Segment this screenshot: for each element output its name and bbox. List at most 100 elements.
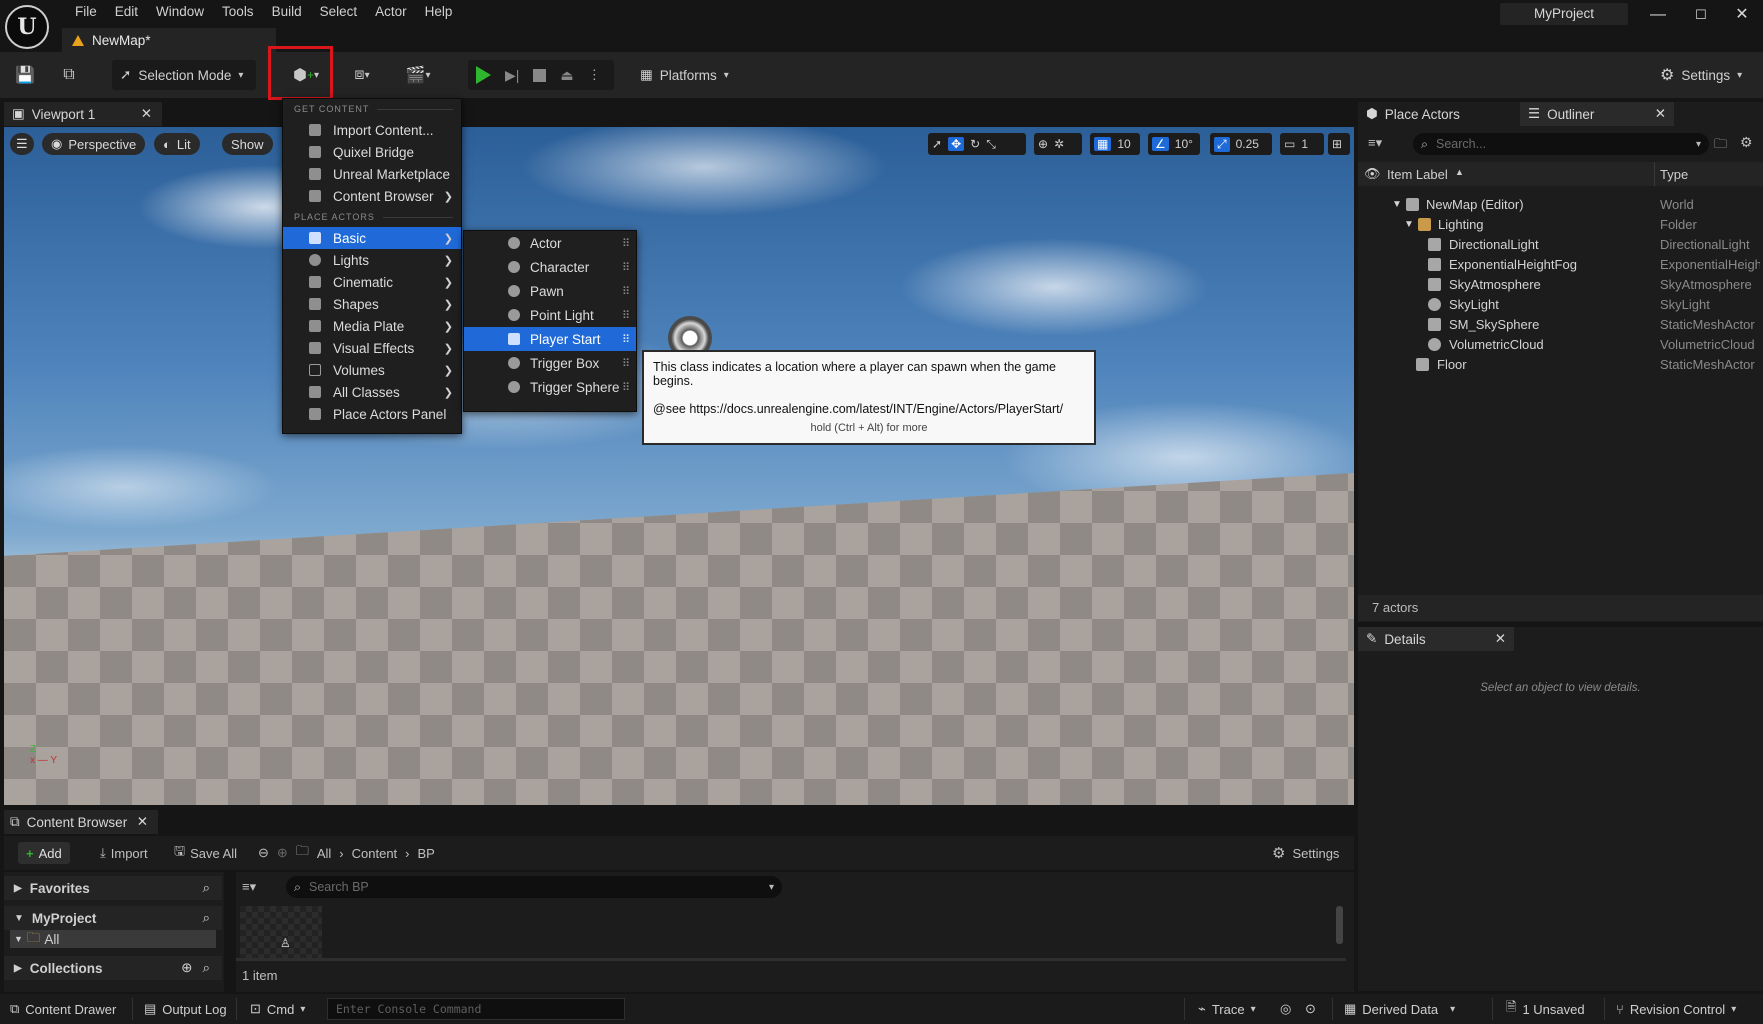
select-tool-icon[interactable]: ➚: [932, 137, 942, 151]
menu-item-basic[interactable]: Basic ❯: [283, 227, 461, 249]
hamburger-icon[interactable]: ☰: [10, 133, 34, 155]
menu-actor[interactable]: Actor: [366, 2, 416, 22]
menu-item-import-content[interactable]: Import Content...: [283, 119, 461, 141]
rotate-tool-icon[interactable]: ↻: [970, 137, 980, 151]
perspective-button[interactable]: ◉ Perspective: [42, 133, 146, 155]
project-section[interactable]: ▼ MyProject ⌕: [4, 906, 222, 930]
outliner-row[interactable]: DirectionalLight DirectionalLight: [1358, 234, 1763, 254]
unsaved-button[interactable]: 🗎 1 Unsaved: [1506, 994, 1585, 1024]
expand-icon[interactable]: ▼: [1404, 219, 1414, 230]
tab-outliner[interactable]: ☰ Outliner ✕: [1520, 102, 1674, 126]
close-icon[interactable]: ✕: [137, 814, 148, 830]
folder-all[interactable]: ▼ 🗀 All: [10, 930, 216, 948]
menu-build[interactable]: Build: [263, 2, 311, 22]
scale-tool-icon[interactable]: ⤡: [986, 137, 996, 152]
drag-handle-icon[interactable]: ⠿: [622, 309, 630, 322]
eject-icon[interactable]: ⏏: [560, 67, 573, 84]
settings-dropdown[interactable]: ⚙ Settings ▾: [1652, 60, 1756, 90]
breadcrumb-content[interactable]: Content: [352, 846, 398, 861]
show-button[interactable]: Show: [222, 133, 273, 155]
drag-handle-icon[interactable]: ⠿: [622, 381, 630, 394]
visibility-icon[interactable]: 👁: [1364, 166, 1381, 182]
horizontal-scrollbar[interactable]: [236, 958, 1346, 961]
breadcrumb-bp[interactable]: BP: [418, 846, 435, 861]
lit-button[interactable]: ◐ Lit: [154, 133, 200, 155]
menu-item-quixel-bridge[interactable]: Quixel Bridge: [283, 141, 461, 163]
cb-settings-button[interactable]: ⚙ Settings: [1272, 842, 1339, 864]
col-item-label[interactable]: Item Label: [1387, 167, 1448, 182]
close-icon[interactable]: ✕: [1495, 631, 1506, 647]
menu-item-place-actors-panel[interactable]: Place Actors Panel: [283, 403, 461, 425]
cmd-dropdown[interactable]: ⊡ Cmd ▾: [250, 994, 305, 1024]
outliner-row[interactable]: VolumetricCloud VolumetricCloud: [1358, 334, 1763, 354]
step-icon[interactable]: ▶|: [505, 67, 519, 84]
menu-item-volumes[interactable]: Volumes ❯: [283, 359, 461, 381]
layout-icon[interactable]: ⊞: [1328, 133, 1350, 155]
save-icon[interactable]: 💾: [14, 64, 36, 86]
submenu-item-pawn[interactable]: Pawn ⠿: [464, 279, 636, 303]
col-type[interactable]: Type: [1660, 167, 1688, 182]
scrollbar[interactable]: [1336, 906, 1343, 944]
world-space-icon[interactable]: ⊕: [1038, 137, 1048, 151]
drag-handle-icon[interactable]: ⠿: [622, 237, 630, 250]
console-command-input[interactable]: Enter Console Command: [327, 998, 625, 1020]
derived-data-dropdown[interactable]: ▦ Derived Data ▾: [1344, 994, 1455, 1024]
menu-select[interactable]: Select: [311, 2, 367, 22]
outliner-row[interactable]: ▼ Lighting Folder: [1358, 214, 1763, 234]
add-button[interactable]: + Add: [18, 842, 70, 864]
map-tab[interactable]: NewMap*: [62, 28, 276, 52]
outliner-row[interactable]: SkyLight SkyLight: [1358, 294, 1763, 314]
favorites-section[interactable]: ▶ Favorites ⌕: [4, 876, 222, 900]
drag-handle-icon[interactable]: ⠿: [622, 261, 630, 274]
menu-item-content-browser[interactable]: Content Browser ❯: [283, 185, 461, 207]
search-icon[interactable]: ⌕: [202, 910, 210, 926]
filter-icon[interactable]: ≡▾: [1368, 135, 1382, 151]
add-folder-icon[interactable]: 🗀: [1714, 135, 1727, 157]
menu-file[interactable]: File: [66, 2, 106, 22]
import-button[interactable]: ⤓ Import: [100, 842, 148, 864]
close-icon[interactable]: ✕: [1655, 106, 1666, 122]
viewport-tab[interactable]: ▣ Viewport 1 ✕: [4, 102, 162, 126]
submenu-item-trigger-sphere[interactable]: Trigger Sphere ⠿: [464, 375, 636, 399]
surface-snap-icon[interactable]: ✲: [1054, 137, 1064, 151]
menu-item-visual-effects[interactable]: Visual Effects ❯: [283, 337, 461, 359]
browse-icon[interactable]: ⧉: [58, 64, 80, 86]
cinematics-icon[interactable]: 🎬 ▾: [398, 64, 438, 86]
search-icon[interactable]: ⌕: [202, 960, 210, 976]
search-icon[interactable]: ⌕: [202, 880, 210, 896]
gear-icon[interactable]: ⚙: [1740, 134, 1753, 151]
menu-edit[interactable]: Edit: [106, 2, 147, 22]
more-options-icon[interactable]: ⋮: [588, 67, 602, 83]
trace-dropdown[interactable]: ⌁ Trace ▾: [1198, 994, 1256, 1024]
menu-item-media-plate[interactable]: Media Plate ❯: [283, 315, 461, 337]
drag-handle-icon[interactable]: ⠿: [622, 333, 630, 346]
output-log-button[interactable]: ▤ Output Log: [144, 994, 227, 1024]
menu-help[interactable]: Help: [416, 2, 462, 22]
blueprint-icon[interactable]: ⧈ ▾: [342, 64, 382, 86]
play-icon[interactable]: [476, 66, 491, 84]
submenu-item-actor[interactable]: Actor ⠿: [464, 231, 636, 255]
back-icon[interactable]: ⊖: [258, 845, 269, 861]
close-icon[interactable]: ✕: [141, 106, 152, 122]
outliner-row[interactable]: ExponentialHeightFog ExponentialHeigh: [1358, 254, 1763, 274]
menu-item-cinematic[interactable]: Cinematic ❯: [283, 271, 461, 293]
screenshot-icon[interactable]: ⊙: [1305, 994, 1316, 1024]
submenu-item-point-light[interactable]: Point Light ⠿: [464, 303, 636, 327]
filter-icon[interactable]: ≡▾: [242, 879, 256, 895]
submenu-item-character[interactable]: Character ⠿: [464, 255, 636, 279]
expand-icon[interactable]: ▼: [1392, 199, 1402, 210]
stop-icon[interactable]: [533, 68, 547, 82]
minimize-button[interactable]: —: [1638, 4, 1678, 26]
content-drawer-button[interactable]: ⧉ Content Drawer: [10, 994, 116, 1024]
menu-tools[interactable]: Tools: [213, 2, 263, 22]
drag-handle-icon[interactable]: ⠿: [622, 285, 630, 298]
outliner-row[interactable]: Floor StaticMeshActor: [1358, 354, 1763, 374]
collections-section[interactable]: ▶ Collections ⊕ ⌕: [4, 956, 222, 980]
submenu-item-trigger-box[interactable]: Trigger Box ⠿: [464, 351, 636, 375]
selection-mode-dropdown[interactable]: ➚ Selection Mode ▾: [112, 60, 256, 90]
content-browser-tab[interactable]: ⧉ Content Browser ✕: [4, 810, 158, 834]
scale-snap[interactable]: ⤢ 0.25: [1210, 133, 1272, 155]
viewport[interactable]: [4, 127, 1354, 805]
record-icon[interactable]: ◎: [1280, 994, 1291, 1024]
camera-speed[interactable]: ▭ 1: [1280, 133, 1324, 155]
